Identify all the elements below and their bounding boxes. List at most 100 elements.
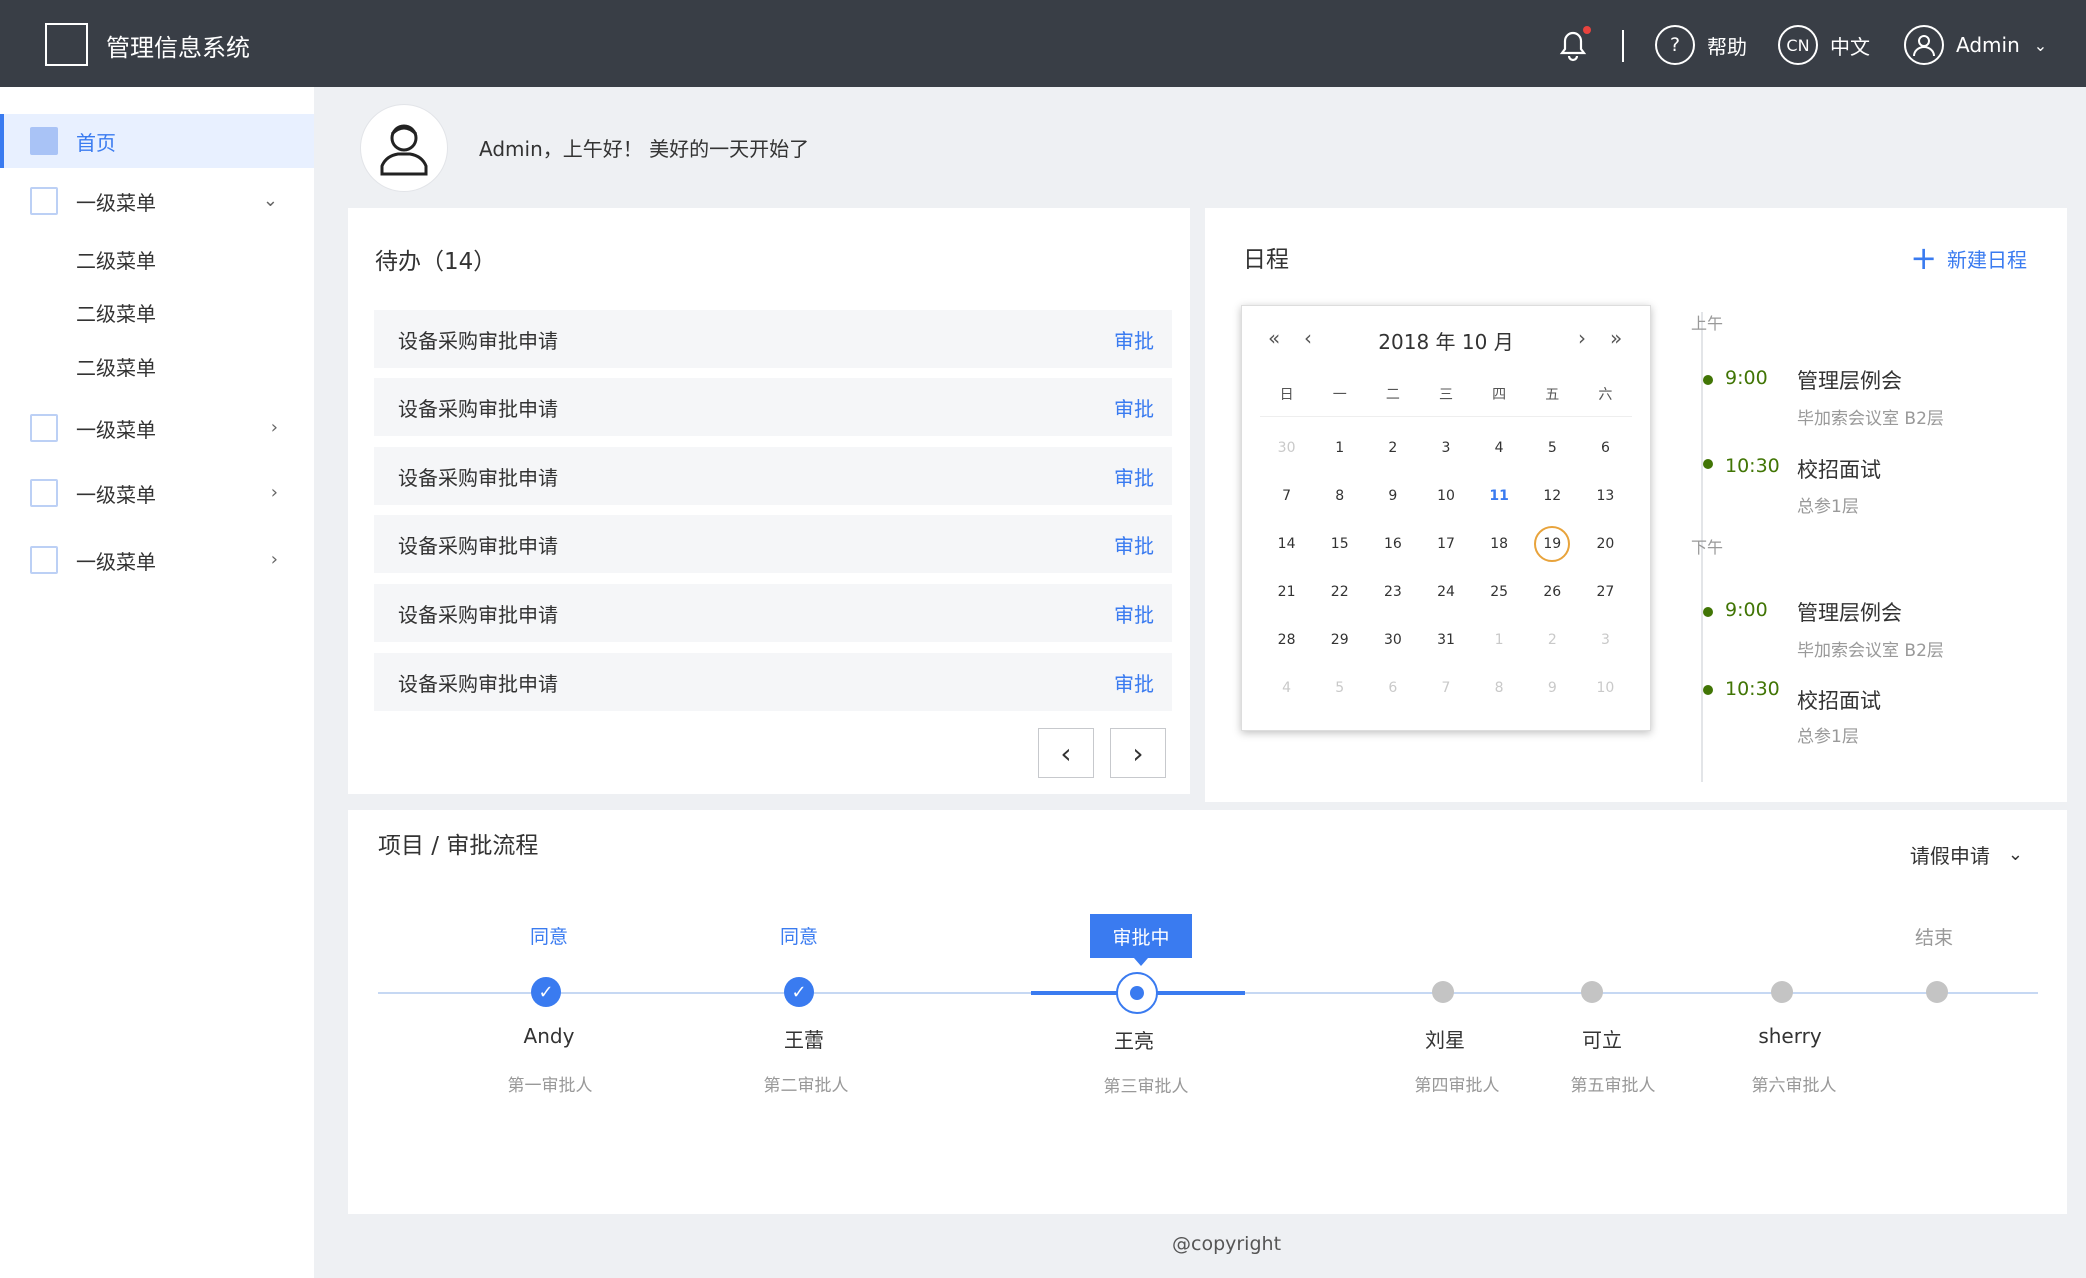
calendar-day[interactable]: 4 — [1260, 664, 1313, 712]
calendar-day[interactable]: 7 — [1260, 472, 1313, 520]
sidebar-item-menu-1[interactable]: 一级菜单 ⌄ — [0, 174, 314, 228]
calendar-day[interactable]: 14 — [1260, 520, 1313, 568]
todo-row[interactable]: 设备采购审批申请 审批 — [374, 310, 1172, 368]
flow-type-select[interactable]: 请假申请 ⌄ — [1910, 840, 2023, 869]
step-pending-dot — [1432, 981, 1454, 1003]
calendar-day[interactable]: 9 — [1526, 664, 1579, 712]
logo[interactable] — [45, 23, 88, 66]
sidebar-item-menu-4[interactable]: 一级菜单 › — [0, 533, 314, 587]
calendar-day[interactable]: 15 — [1313, 520, 1366, 568]
todo-row[interactable]: 设备采购审批申请 审批 — [374, 378, 1172, 436]
morning-label: 上午 — [1691, 314, 1724, 333]
sidebar-subitem-3[interactable]: 二级菜单 — [76, 352, 156, 381]
event-title[interactable]: 校招面试 — [1797, 685, 1881, 715]
calendar-day[interactable]: 6 — [1579, 424, 1632, 472]
help-label: 帮助 — [1707, 34, 1747, 59]
step-approver-name: 可立 — [1582, 1028, 1622, 1052]
calendar-day[interactable]: 7 — [1419, 664, 1472, 712]
calendar-day[interactable]: 30 — [1260, 424, 1313, 472]
approve-link[interactable]: 审批 — [1114, 393, 1154, 422]
calendar-day[interactable]: 27 — [1579, 568, 1632, 616]
event-dot — [1703, 685, 1713, 695]
new-schedule-button[interactable]: + 新建日程 — [1910, 242, 2027, 274]
calendar-day[interactable]: 30 — [1366, 616, 1419, 664]
calendar-day[interactable]: 29 — [1313, 616, 1366, 664]
calendar-day[interactable]: 31 — [1419, 616, 1472, 664]
calendar-day[interactable]: 26 — [1526, 568, 1579, 616]
chevron-down-icon: ⌄ — [2007, 844, 2023, 865]
todo-row[interactable]: 设备采购审批申请 审批 — [374, 515, 1172, 573]
event-dot — [1703, 459, 1713, 469]
flow-title: 项目 / 审批流程 — [378, 833, 539, 859]
calendar-day[interactable]: 3 — [1419, 424, 1472, 472]
sidebar-item-home[interactable]: 首页 — [0, 114, 314, 168]
calendar-day[interactable]: 16 — [1366, 520, 1419, 568]
approve-link[interactable]: 审批 — [1114, 325, 1154, 354]
calendar-day[interactable]: 28 — [1260, 616, 1313, 664]
event-title[interactable]: 管理层例会 — [1797, 365, 1902, 395]
event-title[interactable]: 校招面试 — [1797, 454, 1881, 484]
approve-link[interactable]: 审批 — [1114, 599, 1154, 628]
calendar-day[interactable]: 17 — [1419, 520, 1472, 568]
approve-link[interactable]: 审批 — [1114, 530, 1154, 559]
event-location: 总参1层 — [1797, 497, 1859, 517]
user-menu[interactable]: Admin ⌄ — [1904, 24, 2047, 66]
calendar-day[interactable]: 22 — [1313, 568, 1366, 616]
calendar-day[interactable]: 18 — [1473, 520, 1526, 568]
sidebar-item-label: 一级菜单 — [76, 190, 156, 215]
calendar-day[interactable]: 12 — [1526, 472, 1579, 520]
prev-page-button[interactable]: ‹ — [1038, 728, 1094, 778]
event-title[interactable]: 管理层例会 — [1797, 597, 1902, 627]
calendar-day[interactable]: 5 — [1313, 664, 1366, 712]
calendar-day[interactable]: 20 — [1579, 520, 1632, 568]
step-approver-name: Andy — [523, 1024, 575, 1048]
calendar-day[interactable]: 24 — [1419, 568, 1472, 616]
weekday-label: 三 — [1438, 387, 1453, 403]
calendar-day[interactable]: 21 — [1260, 568, 1313, 616]
next-year-button[interactable]: » — [1610, 326, 1622, 350]
calendar-day[interactable]: 13 — [1579, 472, 1632, 520]
calendar-day[interactable]: 1 — [1313, 424, 1366, 472]
notification-bell-button[interactable] — [1556, 24, 1591, 66]
calendar-day[interactable]: 4 — [1473, 424, 1526, 472]
todo-row-label: 设备采购审批申请 — [398, 465, 558, 490]
calendar-day[interactable]: 10 — [1419, 472, 1472, 520]
calendar-day-selected-ring: 19 — [1534, 526, 1571, 562]
sidebar-item-menu-3[interactable]: 一级菜单 › — [0, 466, 314, 520]
calendar-day[interactable]: 19 — [1526, 520, 1579, 568]
approve-link[interactable]: 审批 — [1114, 668, 1154, 697]
help-button[interactable]: ? 帮助 — [1655, 24, 1747, 66]
step-approver-name: 王亮 — [1114, 1029, 1154, 1053]
calendar-day[interactable]: 5 — [1526, 424, 1579, 472]
sidebar-subitem-2[interactable]: 二级菜单 — [76, 298, 156, 327]
calendar-day[interactable]: 10 — [1579, 664, 1632, 712]
step-status: 同意 — [779, 926, 819, 948]
calendar-day[interactable]: 2 — [1526, 616, 1579, 664]
calendar-day[interactable]: 3 — [1579, 616, 1632, 664]
question-icon: ? — [1655, 25, 1695, 65]
todo-row[interactable]: 设备采购审批申请 审批 — [374, 447, 1172, 505]
calendar-day[interactable]: 2 — [1366, 424, 1419, 472]
todo-row[interactable]: 设备采购审批申请 审批 — [374, 653, 1172, 711]
end-label: 结束 — [1914, 927, 1954, 949]
next-month-button[interactable]: › — [1578, 326, 1586, 350]
language-switch[interactable]: CN 中文 — [1778, 24, 1870, 66]
calendar-day[interactable]: 8 — [1313, 472, 1366, 520]
approve-link[interactable]: 审批 — [1114, 462, 1154, 491]
calendar-day[interactable]: 23 — [1366, 568, 1419, 616]
calendar-day[interactable]: 8 — [1473, 664, 1526, 712]
user-name: Admin — [1956, 33, 2020, 57]
sidebar-item-menu-2[interactable]: 一级菜单 › — [0, 401, 314, 455]
calendar-day[interactable]: 6 — [1366, 664, 1419, 712]
calendar-day[interactable]: 1 — [1473, 616, 1526, 664]
sidebar-item-label: 首页 — [76, 130, 116, 155]
sidebar-subitem-1[interactable]: 二级菜单 — [76, 245, 156, 274]
step-approver-role: 第一审批人 — [507, 1076, 593, 1096]
calendar-day[interactable]: 11 — [1473, 472, 1526, 520]
calendar-day[interactable]: 9 — [1366, 472, 1419, 520]
sidebar-item-label: 一级菜单 — [76, 482, 156, 507]
todo-row[interactable]: 设备采购审批申请 审批 — [374, 584, 1172, 642]
calendar-day[interactable]: 25 — [1473, 568, 1526, 616]
next-page-button[interactable]: › — [1110, 728, 1166, 778]
weekday-label: 四 — [1492, 387, 1507, 403]
